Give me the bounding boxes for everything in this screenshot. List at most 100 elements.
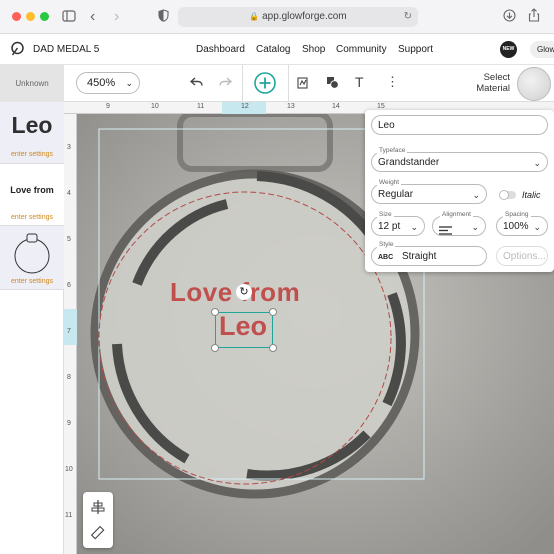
thumb-medal-outline[interactable]: enter settings	[0, 226, 64, 290]
weight-select[interactable]: Regular ⌄	[371, 184, 487, 204]
chevron-down-icon: ⌄	[471, 222, 479, 232]
ruler-left-tick: 6	[67, 282, 71, 289]
ruler-left-highlight	[64, 309, 77, 345]
style-abc-icon: ABC	[378, 254, 394, 261]
nav-shop[interactable]: Shop	[302, 44, 325, 55]
shapes-icon[interactable]	[326, 76, 339, 94]
zoom-select[interactable]: 450% ⌄	[76, 72, 140, 94]
share-icon[interactable]	[528, 8, 540, 26]
ruler-top-tick: 10	[151, 103, 159, 110]
add-icon[interactable]	[254, 72, 276, 99]
chevron-down-icon: ⌄	[410, 222, 418, 232]
weight-value: Regular	[378, 189, 414, 200]
more-options-icon[interactable]: ⋮	[386, 74, 399, 90]
typeface-label: Typeface	[377, 147, 408, 154]
thumb-leo-preview: Leo	[11, 112, 53, 138]
undo-icon[interactable]	[189, 75, 203, 93]
privacy-shield-icon[interactable]	[158, 8, 169, 26]
minimize-window-button[interactable]	[26, 12, 35, 21]
close-window-button[interactable]	[12, 12, 21, 21]
spacing-label: Spacing	[503, 211, 531, 218]
style-select[interactable]: ABC Straight	[371, 246, 487, 266]
ruler-left-tick: 7	[67, 328, 71, 335]
reload-icon[interactable]: ↻	[404, 7, 412, 27]
chevron-down-icon: ⌄	[533, 222, 541, 232]
medal-outline-preview	[14, 233, 50, 274]
chevron-down-icon: ⌄	[472, 190, 480, 200]
ruler-left-tick: 10	[65, 466, 73, 473]
app-header: DAD MEDAL 5 Dashboard Catalog Shop Commu…	[0, 34, 554, 65]
align-left-icon	[439, 223, 453, 243]
rotate-handle-icon[interactable]: ↻	[236, 284, 252, 300]
italic-toggle-knob	[499, 190, 509, 200]
zoom-value: 450%	[87, 77, 116, 89]
download-icon[interactable]	[503, 8, 516, 26]
typeface-value: Grandstander	[378, 157, 440, 168]
text-leo[interactable]: Leo	[219, 311, 267, 342]
resize-handle[interactable]	[269, 308, 277, 316]
glowforge-logo-icon[interactable]	[10, 41, 25, 62]
design-toolbar: 450% ⌄ T ⋮ Select Material	[64, 65, 554, 102]
ruler-tool-icon[interactable]	[90, 525, 105, 545]
ruler-top-tick: 13	[287, 103, 295, 110]
select-material-label[interactable]: Select Material	[464, 72, 510, 94]
options-button[interactable]: Options...	[496, 246, 548, 266]
canvas-tool-palette	[83, 492, 113, 548]
ruler-left-tick: 9	[67, 420, 71, 427]
ruler-top-tick: 11	[197, 103, 205, 110]
weight-label: Weight	[377, 179, 402, 186]
sidebar-icon[interactable]	[62, 8, 76, 26]
ruler-left-tick: 5	[67, 236, 71, 243]
thumb-love-from[interactable]: Love from enter settings	[0, 164, 64, 226]
align-icon[interactable]	[91, 500, 105, 519]
lock-icon: 🔒	[249, 12, 260, 21]
thumb-medal-label: enter settings	[10, 278, 54, 285]
resize-handle[interactable]	[211, 308, 219, 316]
text-tool-icon[interactable]: T	[355, 74, 364, 90]
forward-icon[interactable]: ›	[114, 8, 119, 26]
ruler-top-tick: 14	[332, 103, 340, 110]
italic-toggle[interactable]	[499, 190, 516, 200]
browser-toolbar: ‹ › 🔒 app.glowforge.com ↻	[0, 0, 554, 34]
user-menu[interactable]: Glow	[530, 41, 554, 58]
zoom-window-button[interactable]	[40, 12, 49, 21]
nav-dashboard[interactable]: Dashboard	[196, 44, 245, 55]
ruler-top-tick: 9	[106, 103, 110, 110]
style-value: Straight	[401, 251, 437, 262]
ruler-top-tick: 15	[377, 103, 385, 110]
size-select[interactable]: 12 pt ⌄	[371, 216, 425, 236]
left-panel: Unknown Leo enter settings Love from ent…	[0, 65, 64, 554]
thumb-leo[interactable]: Leo enter settings	[0, 102, 64, 164]
address-bar[interactable]: 🔒 app.glowforge.com ↻	[178, 7, 418, 27]
ruler-top-tick: 12	[241, 103, 249, 110]
redo-icon[interactable]	[219, 75, 233, 93]
spacing-select[interactable]: 100% ⌄	[496, 216, 548, 236]
text-content-input[interactable]: Leo	[371, 115, 548, 135]
ruler-left-tick: 3	[67, 144, 71, 151]
ruler-left-tick: 4	[67, 190, 71, 197]
resize-handle[interactable]	[211, 344, 219, 352]
trace-icon[interactable]	[297, 76, 310, 95]
material-swatch[interactable]	[517, 67, 551, 101]
toolbar-divider-2	[288, 65, 289, 102]
ruler-left-tick: 11	[65, 512, 73, 519]
nav-catalog[interactable]: Catalog	[256, 44, 290, 55]
material-label: Unknown	[0, 65, 64, 102]
typeface-select[interactable]: Grandstander ⌄	[371, 152, 548, 172]
new-badge[interactable]: NEW	[500, 41, 517, 58]
alignment-select[interactable]: ⌄	[432, 216, 486, 236]
italic-label: Italic	[522, 190, 541, 200]
ruler-left: 3 4 5 6 7 8 9 10 11	[64, 114, 77, 554]
project-title[interactable]: DAD MEDAL 5	[33, 44, 99, 55]
resize-handle[interactable]	[269, 344, 277, 352]
style-label: Style	[377, 241, 396, 248]
nav-support[interactable]: Support	[398, 44, 433, 55]
back-icon[interactable]: ‹	[90, 8, 95, 26]
text-properties-panel: Leo Grandstander ⌄ Typeface Regular ⌄ We…	[365, 110, 554, 272]
nav-community[interactable]: Community	[336, 44, 387, 55]
chevron-down-icon: ⌄	[533, 158, 541, 168]
alignment-label: Alignment	[440, 211, 473, 218]
thumb-love-from-label: enter settings	[10, 214, 54, 221]
toolbar-divider	[242, 65, 243, 102]
spacing-value: 100%	[503, 221, 529, 232]
